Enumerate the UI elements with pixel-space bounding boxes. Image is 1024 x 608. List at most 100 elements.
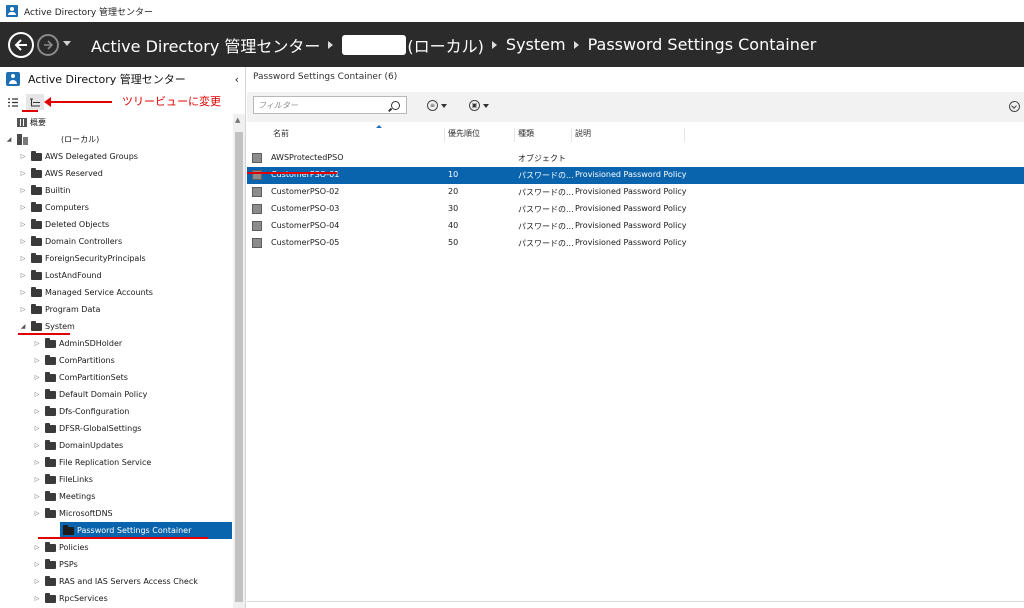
password-settings-object-icon [252, 221, 262, 231]
expand-toggle-icon[interactable]: ▷ [18, 289, 28, 296]
breadcrumb-current[interactable]: Password Settings Container [588, 35, 817, 54]
expand-toggle-icon[interactable]: ▷ [18, 306, 28, 313]
tree-item[interactable]: ▷ ForeignSecurityPrincipals [0, 250, 232, 267]
tree-item[interactable]: ▷ Policies [0, 539, 232, 556]
folder-icon [31, 252, 42, 263]
back-arrow-icon[interactable] [8, 31, 34, 58]
folder-icon [63, 524, 74, 535]
column-header-name[interactable]: 名前 [270, 125, 445, 142]
tree-item[interactable]: ▷ AWS Reserved [0, 165, 232, 182]
expand-toggle-icon[interactable]: ▷ [32, 425, 42, 432]
scroll-thumb[interactable] [235, 132, 243, 602]
table-row[interactable]: AWSProtectedPSO オブジェクト [247, 150, 1024, 167]
breadcrumb-root[interactable]: Active Directory 管理センター [91, 33, 320, 57]
tree-item[interactable]: 概要 [0, 114, 232, 131]
tree-item-label: Dfs-Configuration [59, 407, 130, 416]
column-header-type[interactable]: 種類 [515, 128, 572, 142]
expand-toggle-icon[interactable]: ▷ [32, 578, 42, 585]
save-query-button[interactable]: ▣ [469, 100, 489, 111]
tree-view-button[interactable] [26, 94, 44, 110]
folder-icon [31, 167, 42, 178]
tree-item[interactable]: ▷ RAS and IAS Servers Access Check [0, 573, 232, 590]
tree-item[interactable]: ▷ Program Data [0, 301, 232, 318]
breadcrumb-separator-icon[interactable] [573, 40, 579, 49]
tree-item-label: LostAndFound [45, 271, 102, 280]
table-row[interactable]: CustomerPSO-05 50 パスワードの... Provisioned Pas… [247, 235, 1024, 252]
folder-icon [45, 354, 56, 365]
expand-toggle-icon[interactable]: ▷ [32, 544, 42, 551]
expand-toggle-icon[interactable]: ▷ [32, 493, 42, 500]
tree-item-label: Managed Service Accounts [45, 288, 153, 297]
tree-item[interactable]: ▷ FileLinks [0, 471, 232, 488]
tree-item[interactable]: ▷ File Replication Service [0, 454, 232, 471]
table-row[interactable]: CustomerPSO-02 20 パスワードの... Provisioned Pas… [247, 184, 1024, 201]
tree-view-highlight-underline [22, 110, 38, 112]
filter-input[interactable]: フィルター [253, 96, 407, 114]
column-header-precedence[interactable]: 優先順位 [445, 128, 515, 142]
view-options-button[interactable]: ≡ [427, 100, 447, 111]
expand-toggle-icon[interactable]: ▷ [18, 204, 28, 211]
tree-item[interactable]: ▷ PSPs [0, 556, 232, 573]
breadcrumb-separator-icon[interactable] [328, 40, 334, 49]
expand-toggle-icon[interactable]: ▷ [32, 391, 42, 398]
expand-toggle-icon[interactable]: ▷ [18, 221, 28, 228]
expand-toggle-icon[interactable]: ▷ [32, 374, 42, 381]
column-header-description[interactable]: 説明 [572, 128, 685, 142]
search-icon[interactable] [391, 100, 400, 110]
list-view-button[interactable] [4, 94, 22, 110]
expand-toggle-icon[interactable]: ▷ [32, 408, 42, 415]
sort-ascending-icon [376, 125, 382, 128]
forward-arrow-icon[interactable] [37, 33, 59, 56]
tree-item[interactable]: ▷ Default Domain Policy [0, 386, 232, 403]
expand-toggle-icon[interactable]: ▷ [32, 595, 42, 602]
breadcrumb-system[interactable]: System [506, 35, 566, 54]
expand-toggle-icon[interactable]: ▷ [32, 442, 42, 449]
expand-toggle-icon[interactable]: ◢ [4, 136, 14, 143]
expand-toggle-icon[interactable]: ▷ [18, 238, 28, 245]
breadcrumb-domain[interactable]: (ローカル) [407, 33, 484, 57]
tree-item[interactable]: ▷ Computers [0, 199, 232, 216]
tree-item[interactable]: ▷ Meetings [0, 488, 232, 505]
history-dropdown-icon[interactable] [63, 40, 71, 50]
expand-toggle-icon[interactable]: ▷ [32, 340, 42, 347]
expand-toggle-icon[interactable]: ◢ [18, 323, 28, 330]
tree-item[interactable]: ▷ DFSR-GlobalSettings [0, 420, 232, 437]
folder-icon [45, 490, 56, 501]
expand-toggle-icon[interactable]: ▷ [18, 153, 28, 160]
tree-item[interactable]: ▷ Builtin [0, 182, 232, 199]
tree-item[interactable]: ▷ Domain Controllers [0, 233, 232, 250]
navigation-scrollbar[interactable]: ▲ [233, 114, 245, 608]
expand-toggle-icon[interactable]: ▷ [32, 561, 42, 568]
tree-item[interactable]: ▷ RpcServices [0, 590, 232, 607]
tree-item[interactable]: ▷ ComPartitionSets [0, 369, 232, 386]
tree-item[interactable]: ▷ Managed Service Accounts [0, 284, 232, 301]
tree-item[interactable]: ▷ Dfs-Configuration [0, 403, 232, 420]
tree-item[interactable]: ◢ (ローカル) [0, 131, 232, 148]
content-pane-divider [247, 601, 1024, 602]
expand-toggle-icon[interactable]: ▷ [18, 187, 28, 194]
tree-item[interactable]: ▷ AWS Delegated Groups [0, 148, 232, 165]
tree-item[interactable]: ▷ MicrosoftDNS [0, 505, 232, 522]
collapse-pane-chevron-icon[interactable]: ‹ [235, 73, 239, 86]
cell-name: CustomerPSO-04 [271, 221, 340, 230]
table-row[interactable]: CustomerPSO-04 40 パスワードの... Provisioned Pas… [247, 218, 1024, 235]
tree-item[interactable]: ▷ Deleted Objects [0, 216, 232, 233]
expand-toggle-icon[interactable]: ▷ [18, 255, 28, 262]
cell-precedence: 20 [448, 187, 459, 196]
table-row[interactable]: CustomerPSO-01 10 パスワードの... Provisioned Pas… [247, 167, 1024, 184]
expand-toggle-icon[interactable]: ▷ [32, 459, 42, 466]
tree-item[interactable]: ▷ AdminSDHolder [0, 335, 232, 352]
expand-toggle-icon[interactable]: ▷ [32, 357, 42, 364]
table-row[interactable]: CustomerPSO-03 30 パスワードの... Provisioned Pas… [247, 201, 1024, 218]
scroll-up-icon[interactable]: ▲ [235, 116, 240, 124]
tree-item[interactable]: ▷ DomainUpdates [0, 437, 232, 454]
tree-item[interactable]: ▷ LostAndFound [0, 267, 232, 284]
expand-toggle-icon[interactable]: ▷ [32, 476, 42, 483]
expand-toggle-icon[interactable]: ▷ [18, 170, 28, 177]
tree-item-label: Policies [59, 543, 89, 552]
expand-toolbar-chevron-icon[interactable] [1009, 101, 1020, 112]
expand-toggle-icon[interactable]: ▷ [32, 510, 42, 517]
tree-item[interactable]: ▷ ComPartitions [0, 352, 232, 369]
breadcrumb-separator-icon[interactable] [491, 40, 497, 49]
expand-toggle-icon[interactable]: ▷ [18, 272, 28, 279]
